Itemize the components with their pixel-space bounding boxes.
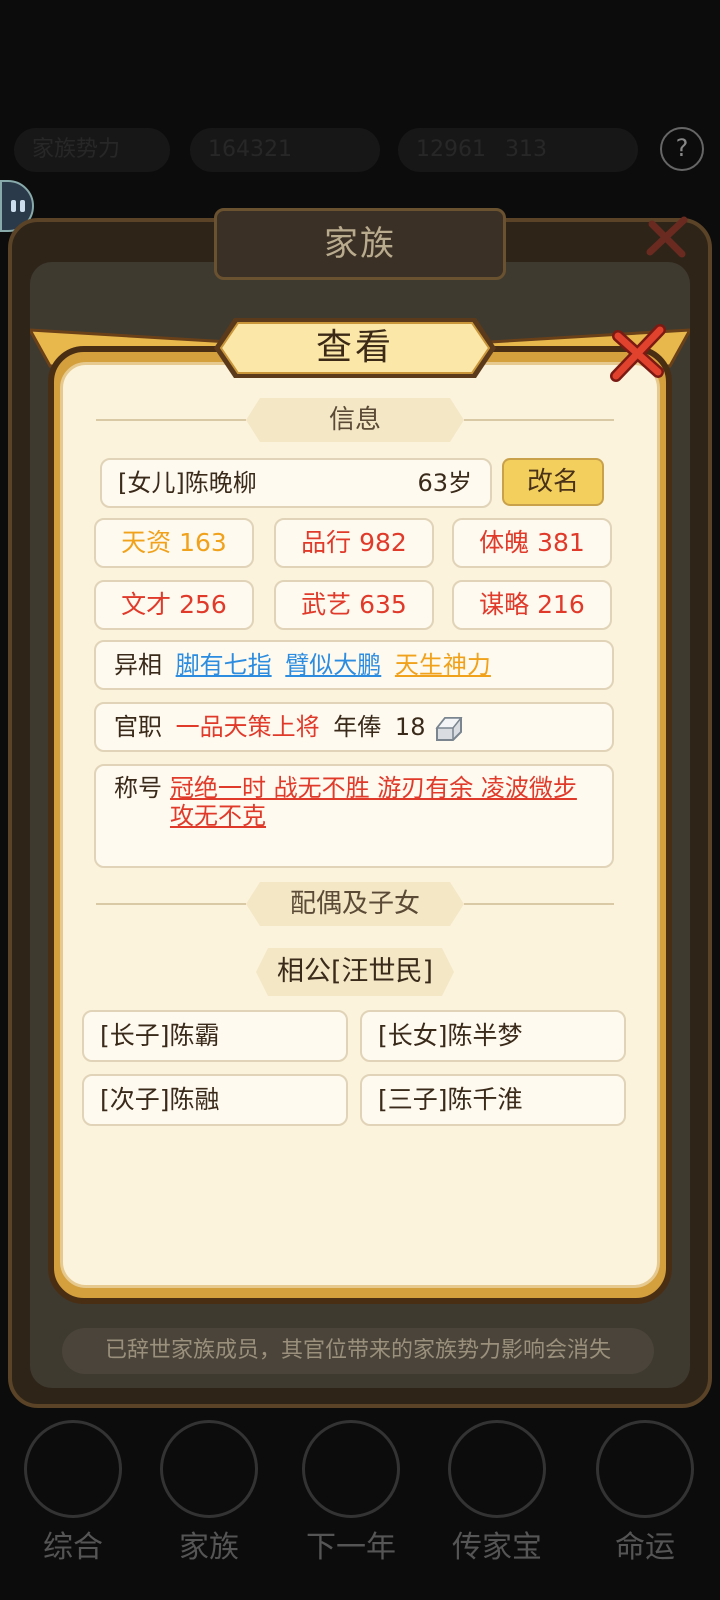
name-field: [女儿]陈晚柳 63岁 (100, 458, 492, 508)
family-close-icon[interactable] (642, 212, 692, 262)
currency-pill: 12961 313 (398, 128, 638, 172)
titles-line[interactable]: 攻无不克 (170, 802, 577, 830)
rename-button[interactable]: 改名 (502, 458, 604, 506)
stat-conduct: 品行 982 (274, 518, 434, 568)
member-name: [女儿]陈晚柳 (118, 469, 257, 497)
titles-line[interactable]: 冠绝一时 战无不胜 游刃有余 凌波微步 (170, 774, 577, 802)
nav-next-year[interactable]: 下一年 (296, 1420, 406, 1566)
office-value: 一品天策上将 (175, 713, 320, 741)
family-section-header: 配偶及子女 (96, 882, 614, 926)
influence-value-pill: 164321 (190, 128, 380, 172)
salary-value: 18 (394, 713, 426, 741)
close-icon[interactable] (606, 322, 670, 386)
nav-family[interactable]: 家族 (154, 1420, 264, 1566)
stat-martial: 武艺 635 (274, 580, 434, 630)
traits-label: 异相 (114, 651, 162, 679)
child-entry[interactable]: [三子]陈千淮 (360, 1074, 626, 1126)
nav-overview[interactable]: 综合 (18, 1420, 128, 1566)
dialog-title: 查看 (315, 327, 394, 368)
office-label: 官职 (114, 713, 162, 741)
nav-heirloom[interactable]: 传家宝 (442, 1420, 552, 1566)
gem-value: 313 (505, 137, 547, 162)
info-section-header: 信息 (96, 398, 614, 442)
member-age: 63岁 (417, 469, 472, 497)
child-entry[interactable]: [长女]陈半梦 (360, 1010, 626, 1062)
titles-row: 称号 冠绝一时 战无不胜 游刃有余 凌波微步 攻无不克 (94, 764, 614, 868)
stat-strategy: 谋略 216 (452, 580, 612, 630)
salary-label: 年俸 (333, 713, 382, 741)
trait-link[interactable]: 天生神力 (395, 651, 491, 679)
child-entry[interactable]: [长子]陈霸 (82, 1010, 348, 1062)
silver-ingot-icon (435, 717, 463, 741)
office-row: 官职 一品天策上将 年俸 18 (94, 702, 614, 752)
traits-row: 异相 脚有七指 臂似大鹏 天生神力 (94, 640, 614, 690)
trait-link[interactable]: 臂似大鹏 (285, 651, 381, 679)
stat-talent: 天资 163 (94, 518, 254, 568)
nav-fate[interactable]: 命运 (590, 1420, 700, 1566)
help-icon[interactable]: ? (660, 127, 704, 171)
child-entry[interactable]: [次子]陈融 (82, 1074, 348, 1126)
trait-link[interactable]: 脚有七指 (176, 651, 272, 679)
family-panel-title: 家族 (214, 208, 506, 280)
deceased-member-note: 已辞世家族成员，其官位带来的家族势力影响会消失 (62, 1328, 654, 1374)
influence-pill: 家族势力 (14, 128, 170, 172)
currency-value: 12961 (416, 137, 486, 162)
titles-label: 称号 (114, 774, 162, 802)
stat-literary: 文才 256 (94, 580, 254, 630)
spouse-badge[interactable]: 相公[汪世民] (256, 948, 454, 996)
stat-physique: 体魄 381 (452, 518, 612, 568)
